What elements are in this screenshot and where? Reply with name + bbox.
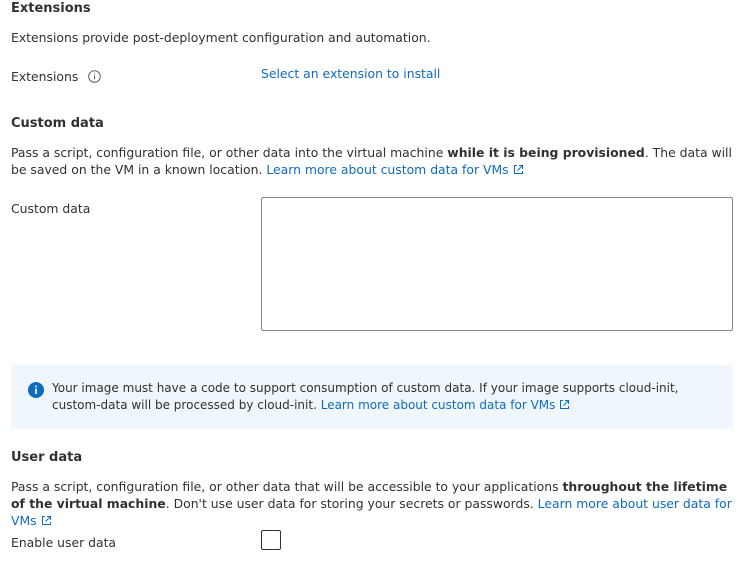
extensions-section-title: Extensions (11, 1, 91, 16)
user-data-desc-suffix: . Don't use user data for storing your s… (165, 496, 538, 511)
custom-data-field-label: Custom data (11, 201, 91, 216)
extensions-field-label-row: Extensions (11, 69, 102, 86)
external-link-icon (41, 513, 52, 530)
custom-data-learn-more-label: Learn more about custom data for VMs (266, 162, 509, 177)
custom-data-desc-prefix: Pass a script, configuration file, or ot… (11, 145, 448, 160)
enable-user-data-checkbox[interactable] (261, 530, 281, 550)
info-banner-learn-more-link[interactable]: Learn more about custom data for VMs (321, 398, 571, 412)
external-link-icon (513, 162, 524, 179)
custom-data-description: Pass a script, configuration file, or ot… (11, 144, 739, 179)
custom-data-learn-more-link[interactable]: Learn more about custom data for VMs (266, 162, 523, 177)
user-data-desc-prefix: Pass a script, configuration file, or ot… (11, 479, 563, 494)
user-data-section-title: User data (11, 450, 83, 465)
extensions-field-label: Extensions (11, 69, 79, 84)
enable-user-data-label: Enable user data (11, 535, 117, 550)
info-banner-text: Your image must have a code to support c… (52, 380, 724, 415)
user-data-description: Pass a script, configuration file, or ot… (11, 478, 739, 530)
info-filled-icon (27, 381, 45, 402)
select-extension-link[interactable]: Select an extension to install (261, 66, 440, 81)
custom-data-desc-bold: while it is being provisioned (447, 145, 645, 160)
info-circle-icon[interactable] (88, 70, 102, 86)
custom-data-section-title: Custom data (11, 116, 104, 131)
custom-data-info-banner: Your image must have a code to support c… (11, 365, 733, 429)
extensions-description: Extensions provide post-deployment confi… (11, 30, 431, 45)
external-link-icon (559, 398, 570, 415)
info-banner-learn-more-label: Learn more about custom data for VMs (320, 398, 556, 412)
custom-data-textarea[interactable] (261, 197, 733, 331)
